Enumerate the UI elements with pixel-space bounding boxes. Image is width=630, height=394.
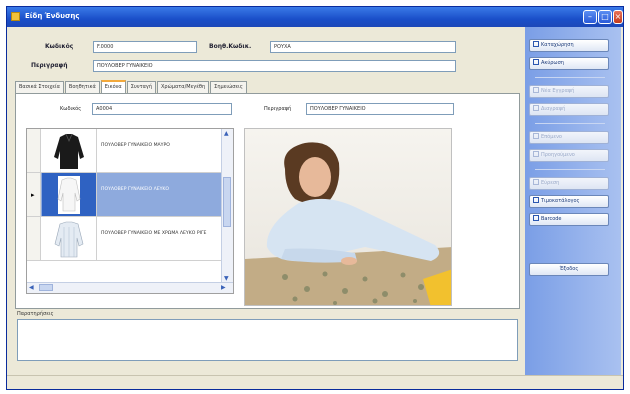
table-row[interactable]: ΠΟΥΛΟΒΕΡ ΓΥΝΑΙΚΕΙΟ ΜΕ ΧΡΩΜΑ ΛΕΥΚΟ ΡΙΓΕ bbox=[27, 217, 223, 261]
tab-basic[interactable]: Βασικά Στοιχεία bbox=[15, 81, 64, 93]
horizontal-scrollbar[interactable]: ◀ ▶ bbox=[27, 282, 233, 293]
row-selector[interactable] bbox=[27, 217, 41, 260]
scroll-up-icon[interactable]: ▲ bbox=[224, 130, 229, 137]
save-button[interactable]: Καταχώρηση bbox=[529, 39, 609, 52]
previous-button[interactable]: Προηγούμενο bbox=[529, 149, 609, 162]
row-selector[interactable]: ▸ bbox=[27, 173, 41, 216]
table-row-selected[interactable]: ▸ ΠΟΥΛΟΒΕΡ ΓΥΝΑΙΚΕΙΟ ΛΕΥΚΟ bbox=[27, 173, 223, 217]
tab-image[interactable]: Εικόνα bbox=[100, 80, 126, 94]
new-record-button[interactable]: Νέα Εγγραφή bbox=[529, 85, 609, 98]
pricelist-icon bbox=[533, 197, 539, 203]
cancel-button[interactable]: Ακύρωση bbox=[529, 57, 609, 70]
new-record-icon bbox=[533, 87, 539, 93]
maximize-button[interactable]: □ bbox=[598, 10, 612, 24]
scroll-right-icon[interactable]: ▶ bbox=[221, 284, 226, 291]
garment-thumbnail bbox=[42, 129, 97, 172]
separator bbox=[535, 123, 605, 124]
product-photo bbox=[244, 128, 452, 306]
separator bbox=[535, 169, 605, 170]
image-tab-panel: Κωδικός A0004 Περιγραφή ΠΟΥΛΟΒΕΡ ΓΥΝΑΙΚΕ… bbox=[15, 93, 520, 309]
variants-grid[interactable]: ΠΟΥΛΟΒΕΡ ΓΥΝΑΙΚΕΙΟ ΜΑΥΡΟ ▸ ΠΟΥΛΟΒΕΡ ΓΥΝΑ… bbox=[26, 128, 234, 294]
scroll-thumb[interactable] bbox=[223, 177, 231, 227]
row-description: ΠΟΥΛΟΒΕΡ ΓΥΝΑΙΚΕΙΟ ΜΕ ΧΡΩΜΑ ΛΕΥΚΟ ΡΙΓΕ bbox=[101, 231, 207, 236]
garment-thumbnail bbox=[42, 217, 97, 260]
row-description: ΠΟΥΛΟΒΕΡ ΓΥΝΑΙΚΕΙΟ ΜΑΥΡΟ bbox=[101, 143, 170, 148]
scroll-down-icon[interactable]: ▼ bbox=[224, 275, 229, 282]
tab-recipe[interactable]: Συνταγή bbox=[126, 81, 156, 93]
pricelist-button[interactable]: Τιμοκατάλογος bbox=[529, 195, 609, 208]
help-code-label: Βοηθ.Κωδικ. bbox=[209, 43, 252, 50]
close-button[interactable]: × bbox=[613, 10, 623, 24]
find-icon bbox=[533, 179, 539, 185]
black-jacket-icon bbox=[54, 133, 84, 169]
tab-auxiliary[interactable]: Βοηθητικά bbox=[64, 81, 100, 93]
garment-thumbnail bbox=[42, 173, 97, 216]
row-selector[interactable] bbox=[27, 129, 41, 172]
delete-button[interactable]: Διαγραφή bbox=[529, 103, 609, 116]
image-code-label: Κωδικός bbox=[60, 106, 82, 112]
undo-icon bbox=[533, 59, 539, 65]
help-code-field[interactable]: ΡΟΥΧΑ bbox=[270, 41, 456, 53]
table-row[interactable]: ΠΟΥΛΟΒΕΡ ΓΥΝΑΙΚΕΙΟ ΜΑΥΡΟ bbox=[27, 129, 223, 173]
description-label: Περιγραφή bbox=[31, 62, 68, 69]
next-button[interactable]: Επόμενο bbox=[529, 131, 609, 144]
window-title: Είδη Ένδυσης bbox=[25, 12, 80, 20]
next-icon bbox=[533, 133, 539, 139]
barcode-icon bbox=[533, 215, 539, 221]
status-bar bbox=[7, 375, 623, 389]
row-pointer-icon: ▸ bbox=[31, 191, 35, 199]
delete-icon bbox=[533, 105, 539, 111]
tab-colors-sizes[interactable]: Χρώματα/Μεγέθη bbox=[157, 81, 210, 93]
app-icon bbox=[11, 12, 20, 21]
image-code-field[interactable]: A0004 bbox=[92, 103, 232, 115]
action-sidebar: Καταχώρηση Ακύρωση Νέα Εγγραφή Διαγραφή … bbox=[525, 27, 621, 375]
save-icon bbox=[533, 41, 539, 47]
white-blouse-icon bbox=[57, 176, 81, 214]
previous-icon bbox=[533, 151, 539, 157]
row-description: ΠΟΥΛΟΒΕΡ ΓΥΝΑΙΚΕΙΟ ΛΕΥΚΟ bbox=[101, 187, 170, 192]
description-field[interactable]: ΠΟΥΛΟΒΕΡ ΓΥΝΑΙΚΕΙΟ bbox=[93, 60, 456, 72]
tab-strip: Βασικά Στοιχεία Βοηθητικά Εικόνα Συνταγή… bbox=[15, 80, 248, 94]
barcode-button[interactable]: Barcode bbox=[529, 213, 609, 226]
notes-textarea[interactable] bbox=[17, 319, 518, 361]
tab-notes[interactable]: Σημειώσεις bbox=[210, 81, 247, 93]
separator bbox=[535, 77, 605, 78]
vertical-scrollbar[interactable]: ▲ ▼ bbox=[221, 129, 233, 285]
main-panel: Κωδικός F.0000 Βοηθ.Κωδικ. ΡΟΥΧΑ Περιγρα… bbox=[13, 31, 520, 379]
notes-label: Παρατηρήσεις bbox=[17, 311, 54, 317]
striped-shirt-icon bbox=[54, 221, 84, 258]
woman-photo-image bbox=[245, 129, 451, 305]
minimize-button[interactable]: – bbox=[583, 10, 597, 24]
code-label: Κωδικός bbox=[45, 43, 74, 50]
code-field[interactable]: F.0000 bbox=[93, 41, 197, 53]
image-desc-label: Περιγραφή bbox=[264, 106, 292, 112]
find-button[interactable]: Εύρεση bbox=[529, 177, 609, 190]
scroll-left-icon[interactable]: ◀ bbox=[29, 284, 34, 291]
exit-button[interactable]: Έξοδος bbox=[529, 263, 609, 276]
title-bar[interactable]: Είδη Ένδυσης – □ × bbox=[7, 7, 623, 27]
app-window: Είδη Ένδυσης – □ × Κωδικός F.0000 Βοηθ.Κ… bbox=[6, 6, 624, 390]
image-desc-field[interactable]: ΠΟΥΛΟΒΕΡ ΓΥΝΑΙΚΕΙΟ bbox=[306, 103, 454, 115]
hscroll-thumb[interactable] bbox=[39, 284, 53, 291]
